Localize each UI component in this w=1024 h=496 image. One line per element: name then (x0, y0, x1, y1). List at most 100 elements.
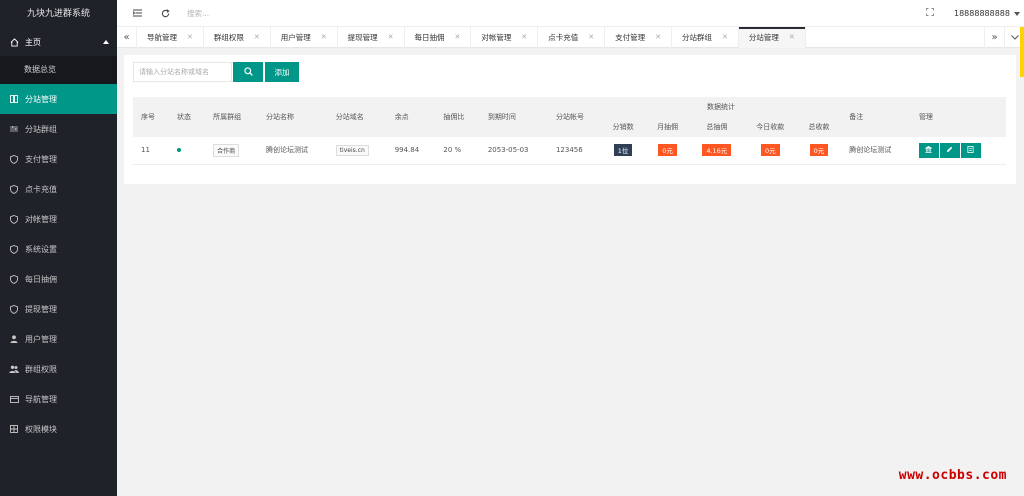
tab-bar: « 导航管理 ✕ 群组权限 ✕ 用户管理 ✕ 提现管理 ✕ 每日抽佣 ✕ 对帐管理 ✕ 点卡… (117, 26, 1024, 48)
cell-today-income: 0元 (743, 137, 797, 165)
tab-navigation[interactable]: 导航管理 ✕ (137, 26, 204, 48)
substation-search-input[interactable]: 请输入分站名称或域名 (133, 62, 232, 82)
cell-total-commission: 4.16元 (689, 137, 744, 165)
col-total-income: 总收款 (796, 117, 842, 137)
sidebar-item-label: 提现管理 (25, 304, 57, 314)
caret-up-icon (103, 40, 109, 44)
sidebar-main-menu[interactable]: 主页 (0, 28, 117, 56)
sidebar-item-payment[interactable]: 支付管理 (0, 144, 117, 174)
tabs-scroll-right-icon[interactable]: » (984, 27, 1004, 48)
sidebar-item-label: 支付管理 (25, 154, 57, 164)
top-search-input[interactable]: 搜索... (187, 8, 209, 19)
tab-users[interactable]: 用户管理 ✕ (271, 26, 338, 48)
col-account: 分站帐号 (547, 97, 601, 137)
sidebar-main-label: 主页 (25, 37, 41, 47)
sidebar-item-withdraw[interactable]: 提现管理 (0, 294, 117, 324)
sidebar-item-modules[interactable]: 权限模块 (0, 414, 117, 444)
close-icon[interactable]: ✕ (388, 33, 394, 41)
top-bar: 搜索... 18888888888 (117, 0, 1024, 27)
cell-remark: 腾创论坛测试 (841, 137, 911, 165)
sidebar-item-substation[interactable]: 分站管理 (0, 84, 117, 114)
cell-manage (910, 137, 1006, 165)
close-icon[interactable]: ✕ (722, 33, 728, 41)
tab-withdraw[interactable]: 提现管理 ✕ (338, 26, 405, 48)
close-icon[interactable]: ✕ (455, 33, 461, 41)
sidebar-item-label: 每日抽佣 (25, 274, 57, 284)
watermark: www.ocbbs.com (898, 468, 1007, 483)
home-icon (9, 37, 19, 47)
tab-substation-group[interactable]: 分站群组 ✕ (672, 26, 739, 48)
col-group: 所属群组 (205, 97, 258, 137)
add-button[interactable]: 添加 (265, 62, 299, 82)
col-stats-group: 数据统计 (600, 97, 842, 117)
tab-recharge[interactable]: 点卡充值 ✕ (538, 26, 606, 48)
chevron-down-icon[interactable] (1014, 11, 1020, 16)
login-button[interactable] (960, 142, 981, 158)
cell-month-commission: 0元 (645, 137, 690, 165)
cell-domain: tiveis.cn (327, 137, 387, 165)
sidebar-item-users[interactable]: 用户管理 (0, 324, 117, 354)
cell-index: 11 (133, 137, 170, 165)
col-index: 序号 (133, 97, 170, 137)
shield-icon (9, 304, 19, 314)
sidebar-item-label: 系统设置 (25, 244, 57, 254)
tabs-scroll-left-icon[interactable]: « (117, 26, 137, 48)
sidebar-item-label: 分站管理 (25, 94, 57, 104)
sidebar-item-label: 用户管理 (25, 334, 57, 344)
group-tag: 合作商 (213, 143, 240, 157)
refresh-icon[interactable] (157, 8, 173, 18)
user-icon (9, 335, 19, 343)
col-remark: 备注 (841, 97, 911, 137)
domain-tag: tiveis.cn (335, 144, 369, 156)
nav-icon (9, 395, 19, 403)
sidebar-item-substation-group[interactable]: 分站群组 (0, 114, 117, 144)
sales-badge: 1位 (613, 144, 633, 157)
menu-toggle-icon[interactable] (129, 9, 145, 17)
close-icon[interactable]: ✕ (254, 33, 260, 41)
fullscreen-icon[interactable] (926, 8, 934, 19)
tab-substation[interactable]: 分站管理 ✕ (738, 26, 806, 48)
sidebar-item-reconcile[interactable]: 对帐管理 (0, 204, 117, 234)
col-name: 分站名称 (257, 97, 328, 137)
close-icon[interactable]: ✕ (789, 33, 795, 41)
today-income-badge: 0元 (760, 144, 780, 157)
cell-expire: 2053-05-03 (479, 137, 548, 165)
edit-button[interactable] (939, 142, 960, 158)
username[interactable]: 18888888888 (954, 9, 1010, 18)
sidebar-item-recharge[interactable]: 点卡充值 (0, 174, 117, 204)
search-button[interactable] (233, 62, 263, 82)
sidebar-item-label: 权限模块 (25, 424, 57, 434)
tab-payment[interactable]: 支付管理 ✕ (605, 26, 672, 48)
status-dot (177, 148, 182, 153)
close-icon[interactable]: ✕ (187, 33, 193, 41)
sidebar-item-daily-commission[interactable]: 每日抽佣 (0, 264, 117, 294)
close-icon[interactable]: ✕ (521, 33, 527, 41)
shield-icon (9, 184, 19, 194)
col-expire: 到期时间 (479, 97, 548, 137)
cell-group: 合作商 (205, 137, 258, 165)
close-icon[interactable]: ✕ (321, 33, 327, 41)
tab-daily-commission[interactable]: 每日抽佣 ✕ (405, 26, 472, 48)
bank-icon (924, 145, 934, 155)
modules-icon (9, 425, 19, 433)
tab-reconcile[interactable]: 对帐管理 ✕ (471, 26, 539, 48)
close-icon[interactable]: ✕ (588, 33, 594, 41)
col-domain: 分站域名 (327, 97, 387, 137)
cell-name: 腾创论坛测试 (257, 137, 328, 165)
tab-group-permission[interactable]: 群组权限 ✕ (204, 26, 271, 48)
cell-total-income: 0元 (796, 137, 842, 165)
sidebar-item-settings[interactable]: 系统设置 (0, 234, 117, 264)
sidebar-item-label: 对帐管理 (25, 214, 57, 224)
substation-table: 序号 状态 所属群组 分站名称 分站域名 余点 抽佣比 到期时间 分站帐号 数据… (133, 97, 1006, 165)
app-title: 九块九进群系统 (0, 0, 117, 28)
view-button[interactable] (918, 142, 939, 158)
sidebar-item-group-permission[interactable]: 群组权限 (0, 354, 117, 384)
close-icon[interactable]: ✕ (655, 33, 661, 41)
sidebar-item-overview[interactable]: 数据总览 (0, 56, 117, 84)
month-commission-badge: 0元 (658, 144, 677, 157)
total-income-badge: 0元 (809, 144, 829, 157)
sidebar-item-label: 点卡充值 (25, 184, 57, 194)
shield-icon (9, 244, 19, 254)
search-icon (243, 66, 253, 78)
sidebar-item-navigation[interactable]: 导航管理 (0, 384, 117, 414)
